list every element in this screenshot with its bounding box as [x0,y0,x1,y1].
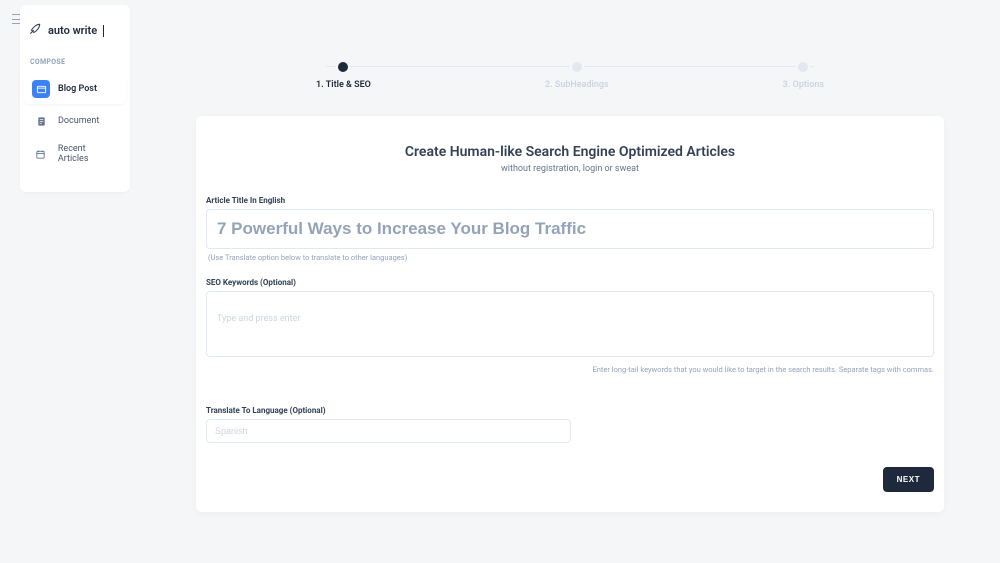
step-label: 2. SubHeadings [545,80,609,90]
sidebar-item-blog-post[interactable]: Blog Post [24,74,126,104]
step-dot-icon [570,60,584,74]
step-dot-icon [796,60,810,74]
sidebar-item-label: Document [58,116,99,126]
main: 1. Title & SEO 2. SubHeadings 3. Options… [196,60,944,512]
feather-icon [28,21,42,40]
card-subtitle: without registration, login or sweat [206,164,934,174]
lang-label: Translate To Language (Optional) [206,406,934,415]
sidebar-section-label: COMPOSE [20,54,130,72]
step-label: 3. Options [783,80,824,90]
brand-name: auto write [48,24,97,37]
sidebar: auto write COMPOSE Blog Post Document [20,5,130,192]
sidebar-item-label: Recent Articles [58,144,118,164]
step-title-seo[interactable]: 1. Title & SEO [316,60,371,90]
seo-keywords-input[interactable] [206,291,934,357]
cursor-icon [103,25,104,37]
form-card: Create Human-like Search Engine Optimize… [196,116,944,512]
calendar-icon [32,145,50,163]
seo-hint: Enter long-tail keywords that you would … [206,365,934,374]
card-title: Create Human-like Search Engine Optimize… [206,144,934,160]
step-subheadings[interactable]: 2. SubHeadings [545,60,609,90]
translate-language-input[interactable] [206,419,571,443]
brand: auto write [20,15,130,54]
article-title-input[interactable] [206,209,934,249]
step-dot-icon [336,60,350,74]
window-icon [32,80,50,98]
title-hint: (Use Translate option below to translate… [208,253,934,262]
title-label: Article Title In English [206,196,934,205]
next-button[interactable]: NEXT [883,467,934,492]
sidebar-item-document[interactable]: Document [24,106,126,136]
sidebar-item-label: Blog Post [58,84,97,94]
document-icon [32,112,50,130]
stepper: 1. Title & SEO 2. SubHeadings 3. Options [196,60,944,90]
seo-label: SEO Keywords (Optional) [206,278,934,287]
step-label: 1. Title & SEO [316,80,371,90]
step-options[interactable]: 3. Options [783,60,824,90]
sidebar-item-recent-articles[interactable]: Recent Articles [24,138,126,170]
